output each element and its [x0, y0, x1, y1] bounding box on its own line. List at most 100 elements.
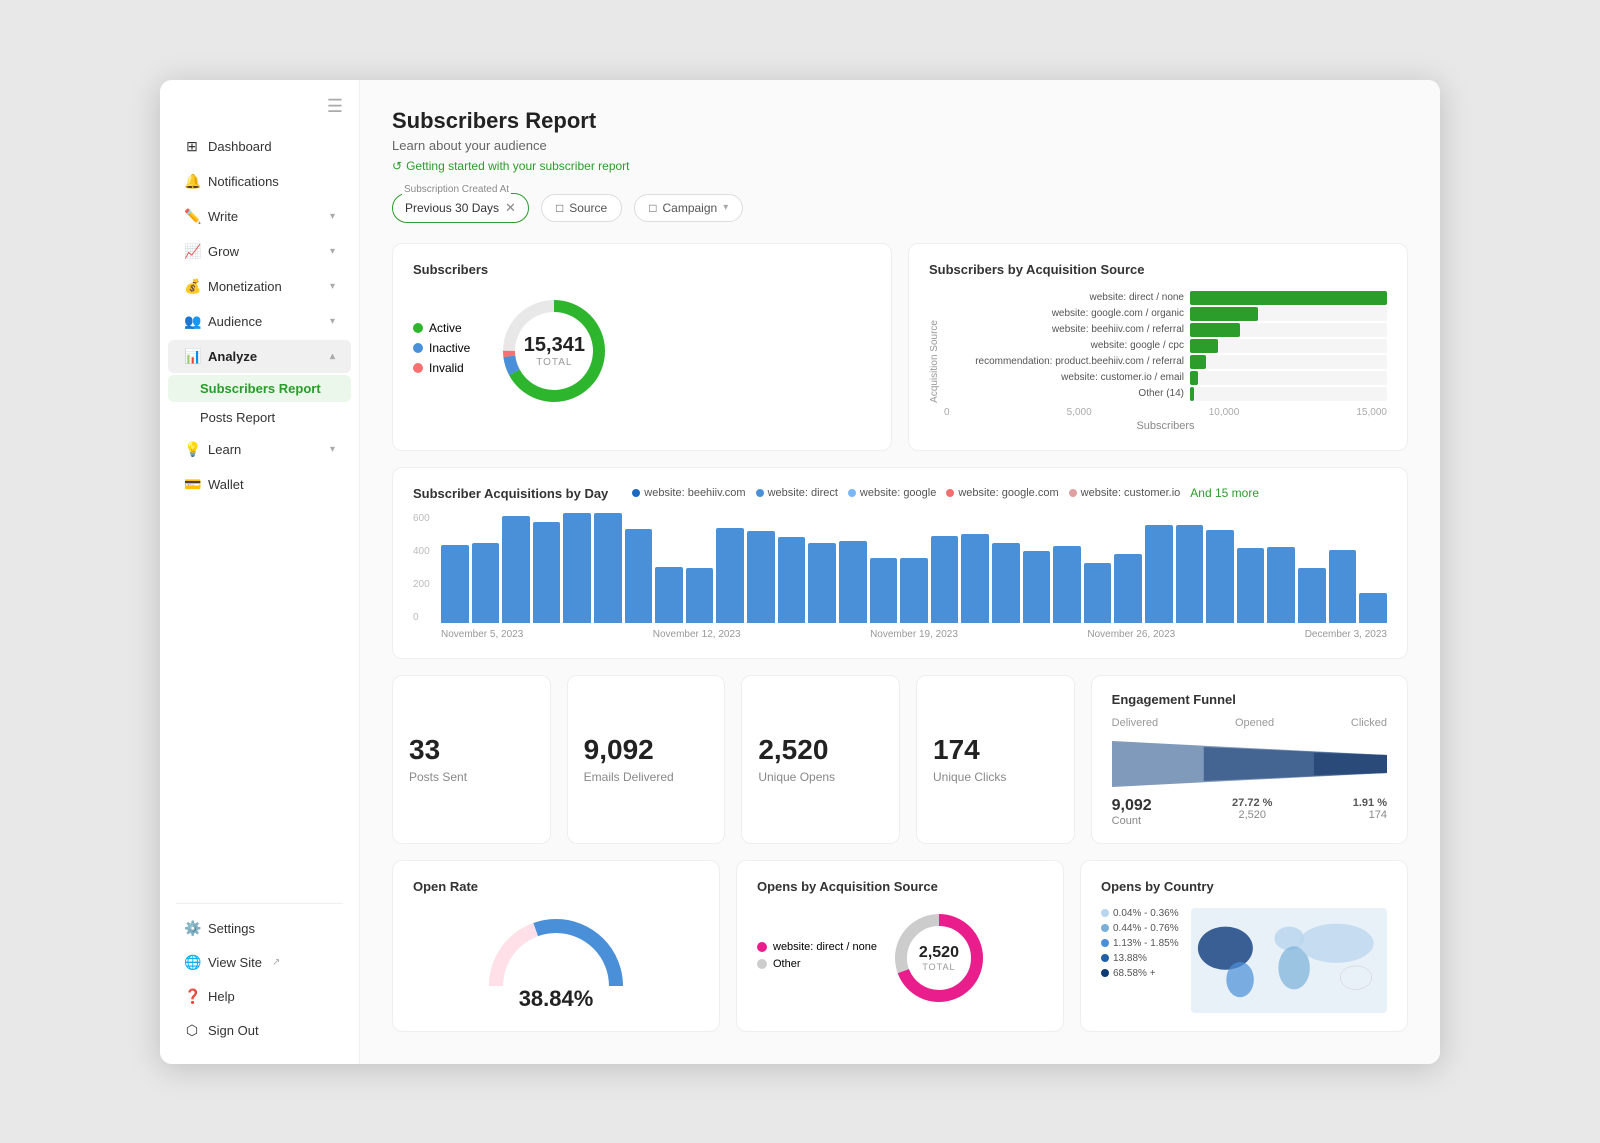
day-bar-item[interactable] [1237, 548, 1265, 622]
day-bar-item[interactable] [839, 541, 867, 622]
day-bar-item[interactable] [1298, 568, 1326, 623]
sidebar-item-wallet[interactable]: 💳 Wallet [168, 468, 351, 501]
day-bar-item[interactable] [1359, 593, 1387, 622]
opens-total-label: TOTAL [919, 962, 959, 972]
wallet-icon: 💳 [184, 476, 200, 493]
day-bar-item[interactable] [747, 531, 775, 622]
funnel-title: Engagement Funnel [1112, 692, 1387, 707]
and-more-link[interactable]: And 15 more [1190, 486, 1259, 500]
day-bar-item[interactable] [1176, 525, 1204, 623]
day-bar-item[interactable] [716, 528, 744, 623]
learn-icon: 💡 [184, 441, 200, 458]
acq-bar-row: website: google.com / organic [944, 307, 1387, 321]
view-site-icon: 🌐 [184, 954, 200, 971]
direct-dot [756, 489, 764, 497]
sidebar-item-sign-out[interactable]: ⬡ Sign Out [168, 1014, 351, 1047]
day-bar-item[interactable] [870, 558, 898, 623]
sidebar-label-wallet: Wallet [208, 477, 244, 492]
acq-bar-fill [1190, 291, 1387, 305]
day-bar-item[interactable] [472, 543, 500, 623]
dot-113 [1101, 939, 1109, 947]
chevron-down-icon: ▾ [330, 281, 335, 292]
day-bar-item[interactable] [655, 567, 683, 623]
open-rate-svg [486, 916, 626, 996]
filter-source[interactable]: □ Source [541, 194, 622, 222]
top-cards-row: Subscribers Active Inactive [392, 243, 1408, 451]
write-icon: ✏️ [184, 208, 200, 225]
legend-customer-io-label: website: customer.io [1081, 487, 1181, 499]
acq-bar-track [1190, 339, 1387, 353]
chevron-down-icon: ▾ [330, 211, 335, 222]
invalid-dot [413, 363, 423, 373]
day-bar-item[interactable] [1114, 554, 1142, 622]
sidebar-item-grow[interactable]: 📈 Grow ▾ [168, 235, 351, 268]
sidebar-item-analyze[interactable]: 📊 Analyze ▴ [168, 340, 351, 373]
open-rate-wrap: 38.84% [413, 908, 699, 1012]
day-bar-item[interactable] [992, 543, 1020, 623]
sidebar-item-learn[interactable]: 💡 Learn ▾ [168, 433, 351, 466]
acq-bar-chart: website: direct / none website: google.co… [944, 291, 1387, 401]
acq-bar-row: website: beehiiv.com / referral [944, 323, 1387, 337]
day-bar-item[interactable] [931, 536, 959, 623]
other-dot [757, 959, 767, 969]
day-bar-item[interactable] [1145, 525, 1173, 623]
dot-6858 [1101, 969, 1109, 977]
getting-started-link[interactable]: ↺ Getting started with your subscriber r… [392, 159, 1408, 173]
day-bar-item[interactable] [1329, 550, 1357, 623]
day-bar-item[interactable] [961, 534, 989, 622]
filter-subscription-created[interactable]: Subscription Created At Previous 30 Days… [392, 193, 529, 223]
stat-posts-sent: 33 Posts Sent [392, 675, 551, 844]
day-bar-item[interactable] [808, 543, 836, 622]
funnel-clicked-pct: 1.91 % [1353, 797, 1387, 809]
funnel-svg [1112, 737, 1387, 791]
sidebar-label-subscribers-report: Subscribers Report [200, 381, 321, 396]
acq-bar-label: website: beehiiv.com / referral [944, 324, 1184, 335]
dot-044 [1101, 924, 1109, 932]
sidebar-item-notifications[interactable]: 🔔 Notifications [168, 165, 351, 198]
day-bar-item[interactable] [900, 558, 928, 622]
acq-bar-row: website: direct / none [944, 291, 1387, 305]
acq-bar-track [1190, 387, 1387, 401]
sidebar: ☰ ⊞ Dashboard 🔔 Notifications ✏️ Write ▾… [160, 80, 360, 1064]
day-bar-item[interactable] [1053, 546, 1081, 623]
opens-country-card: Opens by Country 0.04% - 0.36% 0.44% - 0… [1080, 860, 1408, 1032]
main-content: Subscribers Report Learn about your audi… [360, 80, 1440, 1064]
day-bar-item[interactable] [1206, 530, 1234, 622]
emails-delivered-label: Emails Delivered [584, 770, 674, 784]
sidebar-sub-item-posts-report[interactable]: Posts Report [168, 404, 351, 431]
day-bar-item[interactable] [563, 513, 591, 622]
sidebar-item-dashboard[interactable]: ⊞ Dashboard [168, 130, 351, 163]
day-bar-item[interactable] [1084, 563, 1112, 622]
customer-io-dot [1069, 489, 1077, 497]
day-bar-item[interactable] [686, 568, 714, 623]
sidebar-item-monetization[interactable]: 💰 Monetization ▾ [168, 270, 351, 303]
day-bar-item[interactable] [778, 537, 806, 622]
funnel-stats: 9,092 Count 27.72 % 2,520 1.91 % 174 [1112, 797, 1387, 827]
day-bar-section: Subscriber Acquisitions by Day website: … [392, 467, 1408, 659]
sidebar-sub-item-subscribers-report[interactable]: Subscribers Report [168, 375, 351, 402]
sidebar-item-view-site[interactable]: 🌐 View Site ↗ [168, 946, 351, 979]
sidebar-item-audience[interactable]: 👥 Audience ▾ [168, 305, 351, 338]
day-bar-item[interactable] [533, 522, 561, 623]
acq-x-ticks: 0 5,000 10,000 15,000 [944, 407, 1387, 418]
bottom-row: Open Rate 38.84% [392, 860, 1408, 1032]
sidebar-item-settings[interactable]: ⚙️ Settings [168, 912, 351, 945]
open-rate-value: 38.84% [519, 986, 594, 1012]
filter-close-icon[interactable]: ✕ [505, 200, 516, 216]
funnel-label-clicked: Clicked [1351, 717, 1387, 729]
day-bar-item[interactable] [594, 513, 622, 623]
filter-campaign[interactable]: □ Campaign ▾ [634, 194, 743, 222]
day-bar-item[interactable] [625, 529, 653, 622]
sidebar-label-help: Help [208, 989, 235, 1004]
sidebar-item-help[interactable]: ❓ Help [168, 980, 351, 1013]
opens-legend: website: direct / none Other [757, 941, 877, 975]
sidebar-item-write[interactable]: ✏️ Write ▾ [168, 200, 351, 233]
acq-bars-wrap: website: direct / none website: google.co… [944, 291, 1387, 432]
day-bar-item[interactable] [1023, 551, 1051, 623]
acq-bar-fill [1190, 307, 1258, 321]
day-bar-chart-inner: November 5, 2023 November 12, 2023 Novem… [441, 513, 1387, 640]
day-bar-item[interactable] [441, 545, 469, 623]
chevron-down-icon: ▾ [723, 202, 728, 213]
day-bar-item[interactable] [502, 516, 530, 622]
day-bar-item[interactable] [1267, 547, 1295, 623]
